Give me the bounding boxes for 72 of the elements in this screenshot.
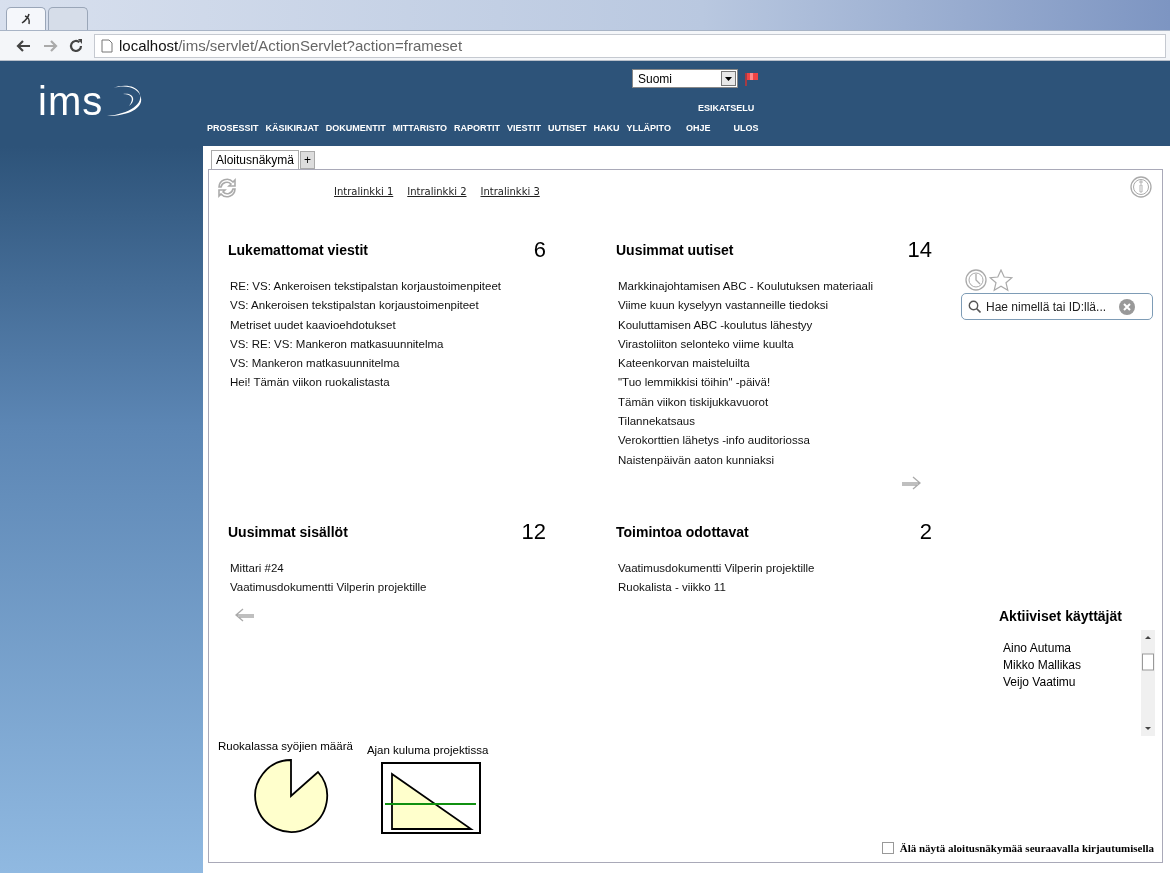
nav-link[interactable]: HAKU	[593, 123, 620, 133]
item-count: 2	[919, 518, 932, 545]
chart-title: Ruokalassa syöjien määrä	[218, 740, 353, 752]
checkbox[interactable]	[881, 842, 894, 854]
search-icon	[968, 300, 981, 313]
star-icon[interactable]	[989, 269, 1013, 292]
nav-link[interactable]: OHJE	[685, 123, 711, 133]
list-link[interactable]: Kateenkorvan maisteluilta	[618, 354, 961, 374]
intranet-link[interactable]: Intralinkki 2	[407, 186, 467, 197]
address-field[interactable]: localhost/ims/servlet/ActionServlet?action=frameset	[94, 33, 1166, 58]
item-count: 12	[521, 518, 546, 545]
list-link[interactable]: "Tuo lemmikkisi töihin" -päivä!	[618, 373, 961, 393]
language-select[interactable]: Suomi	[632, 69, 738, 88]
nav-link[interactable]: ULOS	[733, 123, 759, 133]
dropdown-caret-icon	[725, 76, 732, 81]
list-link[interactable]: RE: VS: Ankeroisen tekstipalstan korjaustoimenpiteet	[230, 277, 616, 297]
nav-link[interactable]: RAPORTIT	[454, 123, 501, 133]
clear-icon[interactable]	[1119, 298, 1135, 315]
back-icon[interactable]	[16, 37, 32, 54]
flag-icon[interactable]	[744, 71, 760, 86]
info-icon[interactable]	[1130, 176, 1152, 198]
widget-title: Toimintoa odottavat	[616, 523, 749, 540]
nav-link[interactable]: YLLÄPITO	[626, 123, 671, 133]
users-title: Aktiiviset käyttäjät	[999, 607, 1122, 624]
list-link[interactable]: Virastoliiton selonteko viime kuulta	[618, 334, 961, 355]
user-name: Aino Autuma	[1003, 639, 1073, 657]
list-link[interactable]: Markkinajohtamisen ABC - Koulutuksen materiaali	[618, 277, 961, 297]
list-link[interactable]: Tämän viikon tiskijukkavuorot	[618, 392, 961, 413]
clock-icon[interactable]	[965, 269, 987, 291]
forward-icon[interactable]	[42, 37, 58, 54]
list-link[interactable]: Vaatimusdokumentti Vilperin projektille	[618, 558, 961, 579]
list-link[interactable]: Kouluttamisen ABC -koulutus lähestyy	[618, 315, 961, 335]
list-link[interactable]: Metriset uudet kaavioehdotukset	[230, 315, 616, 335]
list-link[interactable]: Hei! Tämän viikon ruokalistasta	[230, 373, 616, 393]
tab[interactable]: Aloitusnäkymä	[211, 150, 300, 169]
item-count: 14	[907, 237, 932, 263]
nav-link[interactable]: PROSESSIT	[207, 123, 259, 133]
list-link[interactable]: Verokorttien lähetys -info auditoriossa	[618, 431, 961, 451]
list-link[interactable]: Mittari #24	[230, 558, 616, 579]
preview-link[interactable]: ESIKATSELU	[698, 103, 755, 113]
list-link[interactable]: Viime kuun kyselyyn vastanneille tiedoksi	[618, 296, 961, 316]
list-link[interactable]: VS: Mankeron matkasuunnitelma	[230, 354, 616, 374]
browser-tab[interactable]	[6, 7, 46, 30]
logo-text: ims	[38, 79, 104, 124]
list-link[interactable]: VS: Ankeroisen tekstipalstan korjaustoimenpiteet	[230, 296, 616, 316]
checkbox-label: Älä näytä aloitusnäkymää seuraavalla kirjautumisella	[899, 842, 1154, 854]
list-link[interactable]: Vaatimusdokumentti Vilperin projektille	[230, 578, 616, 598]
list-link[interactable]: VS: RE: VS: Mankeron matkasuunnitelma	[230, 334, 616, 355]
list-link[interactable]: Tilannekatsaus	[618, 412, 961, 432]
nav-link[interactable]: KÄSIKIRJAT	[265, 123, 319, 133]
scrollbar[interactable]	[1141, 629, 1155, 736]
item-count: 6	[533, 237, 546, 263]
nav-link[interactable]: VIESTIT	[507, 123, 542, 133]
chart-title: Ajan kuluma projektissa	[366, 744, 489, 756]
page-icon	[101, 38, 113, 53]
reload-icon[interactable]	[68, 37, 84, 54]
intranet-link[interactable]: Intralinkki 3	[480, 186, 540, 197]
nav-link[interactable]: DOKUMENTIT	[325, 123, 386, 133]
refresh-icon[interactable]	[215, 176, 239, 200]
user-name: Veijo Vaatimu	[1003, 673, 1077, 691]
widget-title: Uusimmat sisällöt	[228, 523, 348, 540]
add-tab-button[interactable]: +	[300, 151, 316, 169]
widget-title: Uusimmat uutiset	[616, 242, 734, 258]
nav-link[interactable]: UUTISET	[548, 123, 587, 133]
nav-link[interactable]: MITTARISTO	[392, 123, 448, 133]
intranet-link[interactable]: Intralinkki 1	[334, 186, 394, 197]
page-favicon-icon	[19, 12, 33, 26]
widget-title: Lukemattomat viestit	[228, 242, 369, 258]
list-link[interactable]: Ruokalista - viikko 11	[618, 578, 961, 598]
list-link[interactable]: Naistenpäivän aaton kunniaksi	[618, 450, 961, 470]
search-field[interactable]: Hae nimellä tai ID:llä...	[961, 293, 1153, 320]
user-name: Mikko Mallikas	[1003, 656, 1082, 674]
